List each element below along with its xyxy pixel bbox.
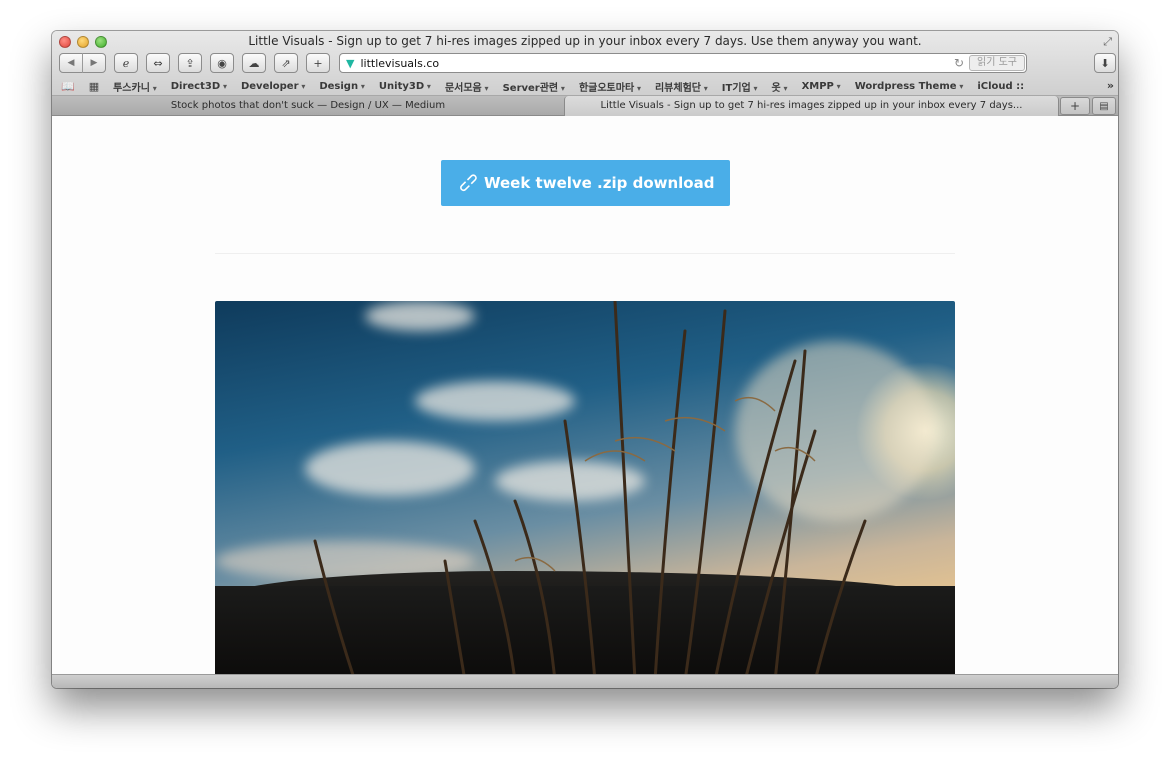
fullscreen-icon[interactable]: ⤢ xyxy=(1103,35,1112,49)
ie-tab-icon[interactable]: ℯ xyxy=(114,53,138,73)
status-bar xyxy=(52,674,1118,688)
new-tab-icon[interactable]: + xyxy=(1060,97,1090,115)
reader-button[interactable]: 읽기 도구 xyxy=(969,55,1025,71)
tab-bar: Stock photos that don't suck — Design / … xyxy=(52,96,1118,116)
bookmark-folder[interactable]: iCloud :: xyxy=(977,81,1024,92)
back-arrow-icon[interactable]: ◀ xyxy=(60,58,82,68)
bookmark-folder[interactable]: Direct3D xyxy=(171,81,227,92)
resize-icon[interactable]: ⇔ xyxy=(146,53,170,73)
camera-icon[interactable]: ◉ xyxy=(210,53,234,73)
bookmark-folder[interactable]: Wordpress Theme xyxy=(855,81,964,92)
bookmark-folder[interactable]: XMPP xyxy=(802,81,841,92)
download-button-label: Week twelve .zip download xyxy=(483,174,715,192)
upload-icon[interactable]: ⇪ xyxy=(178,53,202,73)
site-favicon-icon: ▼ xyxy=(346,56,355,70)
browser-window: Little Visuals - Sign up to get 7 hi-res… xyxy=(52,31,1118,688)
forward-arrow-icon[interactable]: ▶ xyxy=(83,58,105,68)
tab-overview-icon[interactable]: ▤ xyxy=(1092,97,1116,115)
divider xyxy=(215,253,955,254)
bookmark-folder[interactable]: 문서모음 xyxy=(445,79,489,94)
address-bar[interactable]: ▼ littlevisuals.co ↻ 읽기 도구 xyxy=(339,53,1027,73)
download-zip-button[interactable]: ⊂⊃ Week twelve .zip download xyxy=(441,160,730,206)
bookmark-folder[interactable]: 투스카니 xyxy=(113,79,157,94)
more-bookmarks-icon[interactable]: » xyxy=(1107,79,1114,92)
back-forward-group: ◀ ▶ xyxy=(59,53,106,73)
bookmarks-bar: 📖 ▦ 투스카니 Direct3D Developer Design Unity… xyxy=(52,78,1118,95)
reading-list-icon[interactable]: 📖 xyxy=(61,80,75,93)
grass-silhouette xyxy=(313,301,867,674)
window-title: Little Visuals - Sign up to get 7 hi-res… xyxy=(248,34,922,48)
toolbar: ◀ ▶ ℯ ⇔ ⇪ ◉ ☁ ⇗ + ▼ littlevisuals.co ↻ 읽… xyxy=(59,53,1116,75)
bookmark-folder[interactable]: 옷 xyxy=(772,79,788,94)
tab-medium[interactable]: Stock photos that don't suck — Design / … xyxy=(52,96,564,116)
tab-little-visuals[interactable]: Little Visuals - Sign up to get 7 hi-res… xyxy=(564,96,1059,116)
bookmark-folder[interactable]: Server관련 xyxy=(503,79,565,94)
bookmark-folder[interactable]: Developer xyxy=(241,81,305,92)
page-content: ⊂⊃ Week twelve .zip download xyxy=(52,117,1118,674)
bookmark-folder[interactable]: 리뷰체험단 xyxy=(655,79,708,94)
bookmark-folder[interactable]: IT기업 xyxy=(722,79,758,94)
reload-icon[interactable]: ↻ xyxy=(954,56,964,70)
featured-photo xyxy=(215,301,955,674)
downloads-icon[interactable]: ⬇ xyxy=(1094,53,1116,73)
top-sites-icon[interactable]: ▦ xyxy=(89,80,99,93)
bookmark-folder[interactable]: Design xyxy=(319,81,365,92)
bookmark-folder[interactable]: 한글오토마타 xyxy=(579,79,641,94)
url-text: littlevisuals.co xyxy=(360,56,440,70)
link-icon: ⊂⊃ xyxy=(454,169,483,197)
share-icon[interactable]: ⇗ xyxy=(274,53,298,73)
bookmark-folder[interactable]: Unity3D xyxy=(379,81,431,92)
add-bookmark-icon[interactable]: + xyxy=(306,53,330,73)
cloud-icon[interactable]: ☁ xyxy=(242,53,266,73)
browser-chrome: Little Visuals - Sign up to get 7 hi-res… xyxy=(52,31,1118,96)
